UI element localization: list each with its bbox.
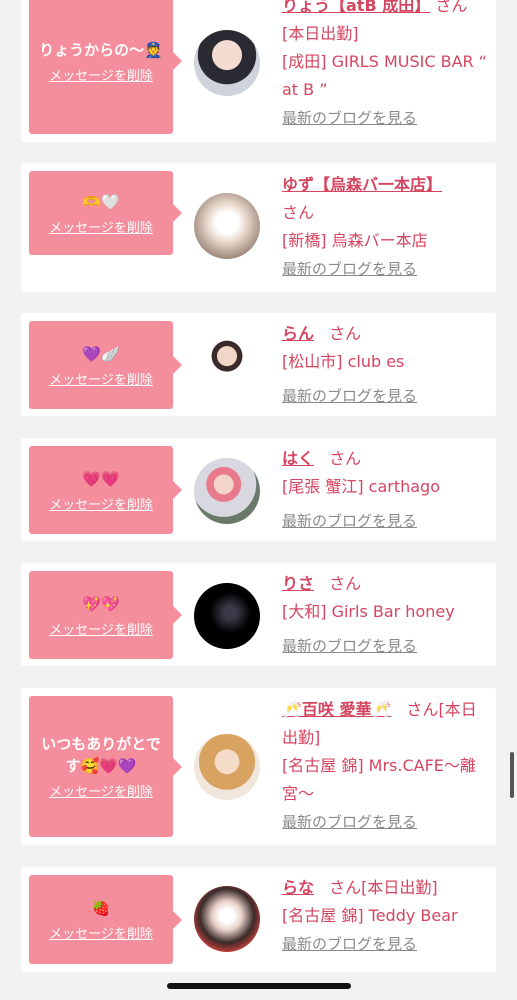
avatar[interactable] xyxy=(194,30,260,96)
cast-name-link[interactable]: 🥂百咲 愛華🥂 xyxy=(282,700,391,719)
shop-info: [松山市] club es xyxy=(282,352,405,371)
avatar[interactable] xyxy=(194,583,260,649)
cast-info: りさ さん [大和] Girls Bar honey 最新のブログを見る xyxy=(282,570,492,666)
delete-message-link[interactable]: メッセージを削除 xyxy=(49,494,153,513)
message-text: いつもありがとで す🥰💗💜 xyxy=(41,735,161,775)
message-card: 🍓 メッセージを削除 らな さん[本日出勤] [名古屋 錦] Teddy Bea… xyxy=(21,867,496,972)
shop-info: [名古屋 錦] Mrs.CAFE〜離宮〜 xyxy=(282,756,476,803)
latest-blog-link[interactable]: 最新のブログを見る xyxy=(282,387,417,405)
honorific: さん xyxy=(329,324,362,343)
honorific: さん xyxy=(406,700,439,719)
message-text: 💜🪽 xyxy=(82,344,120,363)
delete-message-link[interactable]: メッセージを削除 xyxy=(49,619,153,638)
latest-blog-link[interactable]: 最新のブログを見る xyxy=(282,813,417,831)
message-bubble: 💜🪽 メッセージを削除 xyxy=(29,321,182,409)
cast-info: はく さん [尾張 蟹江] carthago 最新のブログを見る xyxy=(282,445,492,541)
avatar[interactable] xyxy=(194,458,260,524)
cast-name-link[interactable]: りょう【atB 成田】 xyxy=(282,0,430,15)
cast-info: らん さん [松山市] club es 最新のブログを見る xyxy=(282,320,492,416)
message-card: 🫶🤍 メッセージを削除 ゆず【烏森バ一本店】 さん [新橋] 烏森バー本店 最新… xyxy=(21,163,496,292)
latest-blog-link[interactable]: 最新のブログを見る xyxy=(282,109,417,127)
cast-name-link[interactable]: らな xyxy=(282,878,314,897)
message-card: 💖💖 メッセージを削除 りさ さん [大和] Girls Bar honey 最… xyxy=(21,563,496,666)
latest-blog-link[interactable]: 最新のブログを見る xyxy=(282,935,417,953)
message-bubble: 💗💗 メッセージを削除 xyxy=(29,446,182,534)
honorific: さん xyxy=(329,449,362,468)
honorific: さん xyxy=(329,878,362,897)
message-bubble: いつもありがとで す🥰💗💜 メッセージを削除 xyxy=(29,696,182,837)
attendance-status: [本日出勤] xyxy=(282,24,359,43)
message-card: 💜🪽 メッセージを削除 らん さん [松山市] club es 最新のブログを見… xyxy=(21,313,496,416)
shop-info: [名古屋 錦] Teddy Bear xyxy=(282,906,458,925)
message-bubble: 🫶🤍 メッセージを削除 xyxy=(29,171,182,255)
avatar[interactable] xyxy=(194,886,260,952)
message-card: 💗💗 メッセージを削除 はく さん [尾張 蟹江] carthago 最新のブロ… xyxy=(21,438,496,541)
delete-message-link[interactable]: メッセージを削除 xyxy=(49,369,153,388)
message-text: 🫶🤍 xyxy=(82,192,120,211)
delete-message-link[interactable]: メッセージを削除 xyxy=(49,65,153,84)
latest-blog-link[interactable]: 最新のブログを見る xyxy=(282,637,417,655)
home-indicator[interactable] xyxy=(167,983,351,989)
avatar[interactable] xyxy=(194,193,260,259)
avatar[interactable] xyxy=(194,734,260,800)
cast-info: りょう【atB 成田】 さん [本日出勤] [成田] GIRLS MUSIC B… xyxy=(282,0,492,132)
cast-info: 🥂百咲 愛華🥂 さん[本日出勤] [名古屋 錦] Mrs.CAFE〜離宮〜 最新… xyxy=(282,696,492,836)
message-bubble: 🍓 メッセージを削除 xyxy=(29,875,182,964)
cast-name-link[interactable]: らん xyxy=(282,324,314,343)
scrollbar[interactable] xyxy=(510,752,514,798)
avatar[interactable] xyxy=(194,333,260,399)
cast-info: ゆず【烏森バ一本店】 さん [新橋] 烏森バー本店 最新のブログを見る xyxy=(282,171,492,283)
honorific: さん xyxy=(435,0,468,15)
delete-message-link[interactable]: メッセージを削除 xyxy=(49,923,153,942)
delete-message-link[interactable]: メッセージを削除 xyxy=(49,217,153,236)
cast-name-link[interactable]: はく xyxy=(282,449,314,468)
delete-message-link[interactable]: メッセージを削除 xyxy=(49,781,153,800)
latest-blog-link[interactable]: 最新のブログを見る xyxy=(282,512,417,530)
shop-info: [尾張 蟹江] carthago xyxy=(282,477,441,496)
message-card: りょうからの〜👮 メッセージを削除 りょう【atB 成田】 さん [本日出勤] … xyxy=(21,0,496,142)
message-bubble: 💖💖 メッセージを削除 xyxy=(29,571,182,659)
message-text: 🍓 xyxy=(91,899,111,917)
cast-name-link[interactable]: ゆず【烏森バ一本店】 xyxy=(282,175,442,194)
cast-name-link[interactable]: りさ xyxy=(282,574,314,593)
message-bubble: りょうからの〜👮 メッセージを削除 xyxy=(29,0,182,134)
shop-info: [大和] Girls Bar honey xyxy=(282,602,455,621)
message-card: いつもありがとで す🥰💗💜 メッセージを削除 🥂百咲 愛華🥂 さん[本日出勤] … xyxy=(21,688,496,845)
honorific: さん xyxy=(282,203,315,222)
latest-blog-link[interactable]: 最新のブログを見る xyxy=(282,260,417,278)
shop-info: [成田] GIRLS MUSIC BAR “ at B ” xyxy=(282,52,488,99)
cast-info: らな さん[本日出勤] [名古屋 錦] Teddy Bear 最新のブログを見る xyxy=(282,874,492,958)
message-text: 💗💗 xyxy=(82,469,120,488)
message-text: りょうからの〜👮 xyxy=(39,40,163,59)
message-text: 💖💖 xyxy=(82,594,120,613)
honorific: さん xyxy=(329,574,362,593)
shop-info: [新橋] 烏森バー本店 xyxy=(282,231,428,250)
attendance-status: [本日出勤] xyxy=(361,878,438,897)
